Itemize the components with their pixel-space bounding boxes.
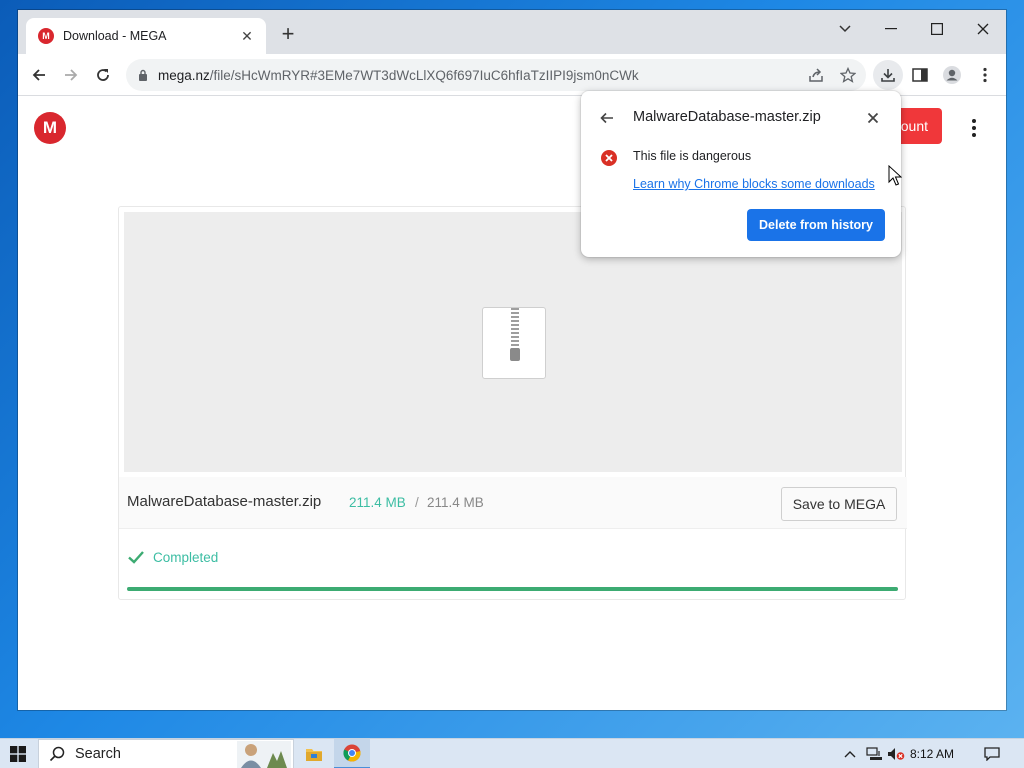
- share-icon[interactable]: [801, 60, 831, 90]
- close-window-button[interactable]: [960, 14, 1006, 44]
- taskbar-search[interactable]: Search: [38, 739, 294, 768]
- search-highlight-art-icon: [237, 741, 291, 768]
- browser-toolbar: mega.nz/file/sHcWmRYR#3EMe7WT3dWcLlXQ6f6…: [18, 54, 1006, 96]
- size-separator: /: [415, 495, 419, 510]
- taskbar-chrome[interactable]: [334, 739, 370, 768]
- bookmark-star-icon[interactable]: [833, 60, 863, 90]
- volume-muted-icon[interactable]: [886, 739, 906, 768]
- chrome-icon: [343, 744, 361, 762]
- size-total: 211.4 MB: [427, 495, 484, 510]
- zip-file-icon: [482, 307, 546, 379]
- file-info-row: MalwareDatabase-master.zip 211.4 MB / 21…: [119, 477, 907, 529]
- forward-button[interactable]: [56, 60, 86, 90]
- learn-why-link[interactable]: Learn why Chrome blocks some downloads: [633, 177, 875, 191]
- network-icon[interactable]: [864, 739, 884, 768]
- close-icon[interactable]: [863, 108, 883, 128]
- mega-logo[interactable]: M: [34, 112, 66, 144]
- page-menu-icon[interactable]: [962, 116, 986, 140]
- delete-from-history-button[interactable]: Delete from history: [747, 209, 885, 241]
- url-text: mega.nz/file/sHcWmRYR#3EMe7WT3dWcLlXQ6f6…: [158, 68, 639, 83]
- search-icon: [49, 746, 65, 762]
- chrome-menu-icon[interactable]: [970, 60, 1000, 90]
- taskbar: Search 8:12 AM: [0, 738, 1024, 768]
- tab-strip: M Download - MEGA ✕ +: [18, 10, 1006, 54]
- bubble-file-name: MalwareDatabase-master.zip: [633, 109, 821, 125]
- check-icon: [128, 551, 144, 564]
- downloads-icon[interactable]: [873, 60, 903, 90]
- url-path: /file/sHcWmRYR#3EMe7WT3dWcLlXQ6f697IuC6h…: [209, 67, 639, 83]
- download-progress-bar: [127, 587, 898, 591]
- size-downloaded: 211.4 MB: [349, 495, 406, 510]
- danger-icon: [601, 150, 617, 166]
- notification-icon: [984, 747, 1000, 761]
- download-status: Completed: [127, 547, 218, 567]
- mouse-cursor-icon: [888, 165, 902, 186]
- address-bar[interactable]: mega.nz/file/sHcWmRYR#3EMe7WT3dWcLlXQ6f6…: [126, 59, 866, 91]
- browser-window: M Download - MEGA ✕ + mega.nz/file/sHcWm…: [18, 10, 1006, 710]
- new-tab-button[interactable]: +: [276, 22, 300, 46]
- search-label: Search: [75, 746, 121, 762]
- chevron-up-icon: [844, 751, 856, 758]
- mega-favicon-icon: M: [38, 28, 54, 44]
- notification-center-button[interactable]: [978, 739, 1006, 768]
- taskbar-clock[interactable]: 8:12 AM: [910, 747, 954, 761]
- taskbar-file-explorer[interactable]: [296, 739, 332, 768]
- back-arrow-icon[interactable]: [597, 108, 617, 128]
- lock-icon: [139, 69, 147, 81]
- progress-fill: [127, 587, 898, 591]
- tab-close-icon[interactable]: ✕: [238, 28, 256, 45]
- status-text: Completed: [153, 549, 219, 565]
- side-panel-icon[interactable]: [905, 60, 935, 90]
- save-to-mega-button[interactable]: Save to MEGA: [781, 487, 897, 521]
- create-account-label: ount: [900, 118, 928, 134]
- windows-logo-icon: [10, 746, 26, 762]
- folder-icon: [306, 749, 322, 761]
- tab-title: Download - MEGA: [63, 29, 167, 43]
- url-domain: mega.nz: [158, 67, 210, 83]
- reload-button[interactable]: [88, 60, 118, 90]
- start-button[interactable]: [0, 739, 36, 768]
- tab-search-button[interactable]: [822, 14, 868, 44]
- download-card: MalwareDatabase-master.zip 211.4 MB / 21…: [118, 206, 907, 600]
- download-bubble: MalwareDatabase-master.zip This file is …: [581, 91, 901, 257]
- show-hidden-icons-button[interactable]: [840, 739, 860, 768]
- minimize-button[interactable]: [868, 14, 914, 44]
- profile-avatar-icon[interactable]: [937, 60, 967, 90]
- maximize-button[interactable]: [914, 14, 960, 44]
- back-button[interactable]: [24, 60, 54, 90]
- danger-text: This file is dangerous: [633, 149, 752, 163]
- tab-download-mega[interactable]: M Download - MEGA ✕: [26, 18, 266, 54]
- file-name: MalwareDatabase-master.zip: [127, 493, 322, 510]
